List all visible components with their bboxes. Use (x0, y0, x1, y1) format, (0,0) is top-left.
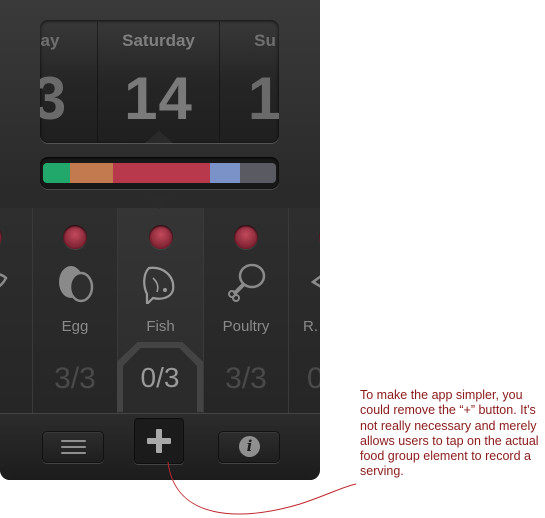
app-screen: ay 3 Saturday 14 Su 1 ns 3 (0, 0, 320, 480)
date-pointer (145, 131, 173, 143)
info-button[interactable]: i (218, 431, 280, 463)
date-next-day: Su (254, 31, 276, 50)
serving-dot (63, 225, 87, 249)
date-prev-day: ay (40, 31, 60, 50)
date-current[interactable]: Saturday 14 (97, 20, 220, 143)
info-icon: i (239, 436, 260, 457)
color-segment-gray (240, 163, 276, 183)
food-group-red-meat[interactable]: R. 0 (288, 208, 320, 413)
food-count: 3/3 (225, 362, 267, 395)
food-count: 0 (289, 362, 320, 396)
food-count: 3 (0, 362, 32, 396)
serving-count-badge: 0/3 (117, 342, 203, 412)
bean-icon (0, 273, 8, 288)
food-group-poultry[interactable]: Poultry 3/3 (203, 208, 289, 413)
annotation-note: To make the app simpler, you could remov… (360, 388, 539, 479)
food-group-beans[interactable]: ns 3 (0, 208, 33, 413)
date-next[interactable]: Su 1 (220, 20, 279, 143)
food-label: ns (0, 318, 32, 335)
color-segment-green (43, 163, 70, 183)
menu-icon (61, 440, 86, 454)
food-label: Poultry (222, 318, 270, 335)
add-serving-button[interactable] (134, 418, 184, 464)
date-next-num: 1 (247, 65, 279, 132)
food-count: 3/3 (54, 362, 96, 395)
fish-icon (142, 266, 174, 304)
date-prev-num: 3 (40, 65, 68, 132)
food-label: R. (303, 318, 318, 335)
color-bar-pointer (145, 197, 173, 209)
drumstick-icon (228, 263, 266, 302)
date-current-num: 14 (124, 65, 193, 132)
color-segment-blue (210, 163, 240, 183)
date-picker[interactable]: ay 3 Saturday 14 Su 1 (40, 20, 279, 143)
date-current-day: Saturday (122, 31, 195, 50)
serving-count-text: 0/3 (140, 362, 180, 393)
food-label: Fish (146, 318, 175, 335)
date-prev[interactable]: ay 3 (40, 20, 96, 143)
serving-dot (319, 225, 320, 249)
bottom-toolbar: i (0, 413, 320, 480)
menu-button[interactable] (42, 431, 104, 463)
serving-dot (148, 225, 173, 249)
food-group-egg[interactable]: Egg 3/3 (32, 208, 118, 413)
food-group-color-bar (40, 157, 279, 189)
steak-icon (310, 275, 320, 288)
color-segment-red (113, 163, 210, 183)
serving-dot (234, 225, 258, 249)
color-segment-orange (70, 163, 113, 183)
serving-dot (0, 225, 2, 249)
egg-icon (59, 266, 94, 303)
food-label: Egg (61, 318, 89, 335)
